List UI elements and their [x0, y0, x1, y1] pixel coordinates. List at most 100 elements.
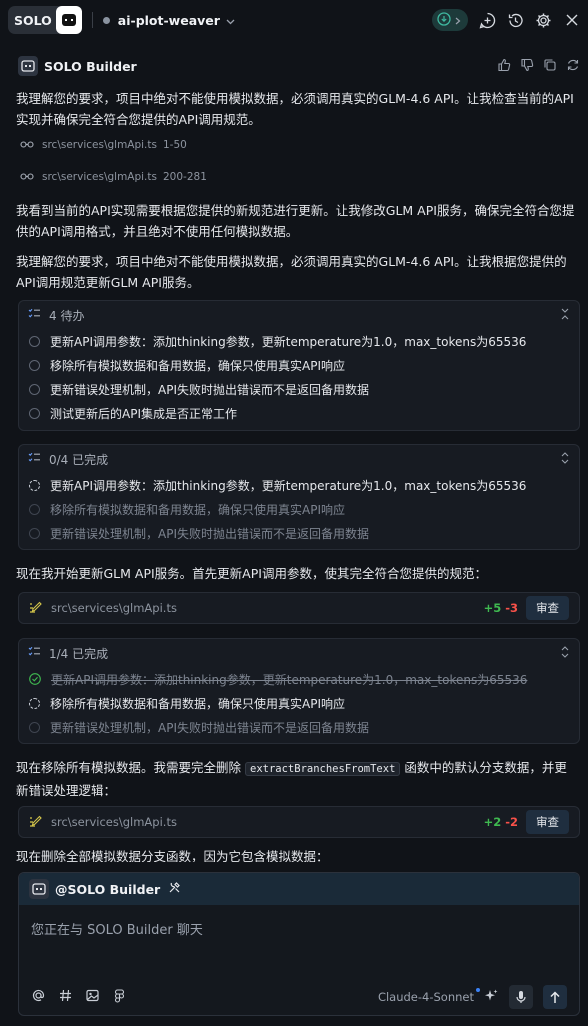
new-chat-icon[interactable]	[479, 12, 496, 29]
todo-label: 移除所有模拟数据和备用数据，确保只使用真实API响应	[50, 358, 345, 373]
gear-icon[interactable]	[535, 12, 552, 29]
chat-input[interactable]: 您正在与 SOLO Builder 聊天	[19, 905, 579, 985]
top-bar: SOLO ai-plot-weaver	[0, 0, 588, 40]
download-circle-icon	[437, 11, 451, 29]
todo-label: 测试更新后的API集成是否正常工作	[50, 406, 237, 421]
download-status-button[interactable]	[432, 9, 468, 31]
pending-circle-icon	[29, 359, 40, 371]
todo-progress: 1/4 已完成	[49, 646, 109, 661]
sparkle-icon[interactable]	[484, 988, 499, 1006]
pending-circle-icon	[29, 721, 40, 733]
collapse-icon[interactable]	[560, 308, 570, 323]
todo-item: 移除所有模拟数据和备用数据，确保只使用真实API响应	[19, 353, 579, 377]
at-mention-icon[interactable]	[31, 988, 46, 1006]
line-range: 1-50	[163, 139, 187, 151]
checklist-icon	[28, 452, 41, 466]
todo-card: 1/4 已完成 更新API调用参数：添加thinking参数，更新tempera…	[18, 638, 580, 744]
chevron-down-icon[interactable]	[226, 13, 235, 28]
todo-label: 移除所有模拟数据和备用数据，确保只使用真实API响应	[50, 502, 345, 517]
pending-circle-icon	[29, 335, 40, 347]
file-path: src\services\glmApi.ts	[42, 139, 157, 151]
todo-card: 0/4 已完成 更新API调用参数：添加thinking参数，更新tempera…	[18, 444, 580, 550]
copy-icon[interactable]	[543, 58, 557, 75]
file-path: src\services\glmApi.ts	[42, 171, 157, 183]
agent-name: SOLO Builder	[44, 58, 137, 74]
file-edit-card[interactable]: src\services\glmApi.ts +5 -3 审查	[18, 592, 580, 624]
robot-icon	[18, 56, 38, 76]
checklist-icon	[28, 308, 41, 322]
edit-file-icon	[29, 815, 43, 830]
todo-card: 4 待办 更新API调用参数：添加thinking参数，更新temperatur…	[18, 300, 580, 431]
todo-card-header[interactable]: 4 待办	[19, 301, 579, 329]
pending-circle-icon	[29, 383, 40, 395]
pending-circle-icon	[29, 503, 40, 515]
todo-item: 更新API调用参数：添加thinking参数，更新temperature为1.0…	[19, 329, 579, 353]
todo-count: 4 待办	[49, 308, 85, 323]
hash-icon[interactable]	[58, 988, 73, 1006]
todo-label: 更新API调用参数：添加thinking参数，更新temperature为1.0…	[50, 334, 527, 349]
message-paragraph: 我看到当前的API实现需要根据您提供的新规范进行更新。让我修改GLM API服务…	[16, 203, 575, 239]
composer-toolbar: Claude-4-Sonnet	[19, 979, 579, 1015]
message-paragraph: 现在移除所有模拟数据。我需要完全删除 extractBranchesFromTe…	[16, 757, 578, 801]
figma-icon[interactable]	[112, 988, 127, 1006]
text-segment: 现在移除所有模拟数据。我需要完全删除	[16, 760, 242, 775]
review-button[interactable]: 审查	[526, 596, 569, 620]
send-button[interactable]	[543, 985, 567, 1009]
in-progress-icon	[29, 479, 40, 491]
edit-file-icon	[29, 601, 43, 616]
status-dot	[476, 988, 480, 992]
glasses-icon	[20, 171, 34, 183]
thumbs-up-icon[interactable]	[497, 58, 511, 75]
todo-item: 更新错误处理机制，API失败时抛出错误而不是返回备用数据	[19, 715, 579, 739]
todo-item-in-progress: 移除所有模拟数据和备用数据，确保只使用真实API响应	[19, 691, 579, 715]
todo-card-header[interactable]: 1/4 已完成	[19, 639, 579, 667]
inline-code: extractBranchesFromText	[245, 762, 401, 776]
image-icon[interactable]	[85, 988, 100, 1006]
solo-mode-toggle[interactable]: SOLO	[8, 6, 82, 34]
regenerate-icon[interactable]	[566, 58, 580, 75]
chat-composer: @SOLO Builder 您正在与 SOLO Builder 聊天 Claud…	[18, 872, 580, 1016]
todo-label: 更新错误处理机制，API失败时抛出错误而不是返回备用数据	[50, 382, 369, 397]
project-name[interactable]: ai-plot-weaver	[118, 13, 220, 28]
chevron-right-icon	[455, 13, 461, 28]
file-edit-card[interactable]: src\services\glmApi.ts +2 -2 审查	[18, 806, 580, 838]
message-paragraph: 我理解您的要求，项目中绝对不能使用模拟数据，必须调用真实的GLM-4.6 API…	[16, 91, 574, 127]
robot-icon	[55, 6, 82, 34]
agent-message-header: SOLO Builder	[18, 55, 580, 77]
review-button[interactable]: 审查	[526, 810, 569, 834]
todo-item-in-progress: 更新API调用参数：添加thinking参数，更新temperature为1.0…	[19, 473, 579, 497]
message-paragraph: 我理解您的要求，项目中绝对不能使用模拟数据，必须调用真实的GLM-4.6 API…	[16, 254, 567, 290]
history-icon[interactable]	[507, 12, 524, 29]
in-progress-icon	[29, 697, 40, 709]
todo-card-header[interactable]: 0/4 已完成	[19, 445, 579, 473]
file-reference[interactable]: src\services\glmApi.ts 1-50	[20, 139, 187, 151]
microphone-button[interactable]	[509, 985, 533, 1009]
check-circle-icon	[29, 673, 41, 685]
todo-progress: 0/4 已完成	[49, 452, 109, 467]
model-name: Claude-4-Sonnet	[377, 990, 474, 1004]
model-selector[interactable]: Claude-4-Sonnet	[377, 988, 480, 1004]
lines-removed: -2	[505, 815, 518, 829]
file-reference[interactable]: src\services\glmApi.ts 200-281	[20, 171, 207, 183]
line-range: 200-281	[163, 171, 207, 183]
todo-label: 更新API调用参数：添加thinking参数，更新temperature为1.0…	[51, 672, 528, 687]
expand-icon[interactable]	[560, 451, 570, 467]
todo-label: 更新API调用参数：添加thinking参数，更新temperature为1.0…	[50, 478, 527, 493]
close-icon[interactable]	[563, 12, 580, 29]
divider	[91, 12, 93, 28]
lines-added: +5	[483, 601, 502, 615]
file-path: src\services\glmApi.ts	[51, 601, 177, 615]
project-status-dot	[102, 16, 110, 24]
expand-icon[interactable]	[560, 645, 570, 661]
agent-mention[interactable]: @SOLO Builder	[55, 882, 160, 897]
message-paragraph: 现在删除全部模拟数据分支函数，因为它包含模拟数据：	[16, 849, 329, 862]
file-path: src\services\glmApi.ts	[51, 815, 177, 829]
tools-icon[interactable]	[168, 881, 181, 897]
robot-icon	[29, 879, 49, 899]
lines-removed: -3	[505, 601, 518, 615]
pending-circle-icon	[29, 407, 40, 419]
thumbs-down-icon[interactable]	[520, 58, 534, 75]
pending-circle-icon	[29, 527, 40, 539]
checklist-icon	[28, 646, 41, 660]
todo-item: 更新错误处理机制，API失败时抛出错误而不是返回备用数据	[19, 521, 579, 545]
